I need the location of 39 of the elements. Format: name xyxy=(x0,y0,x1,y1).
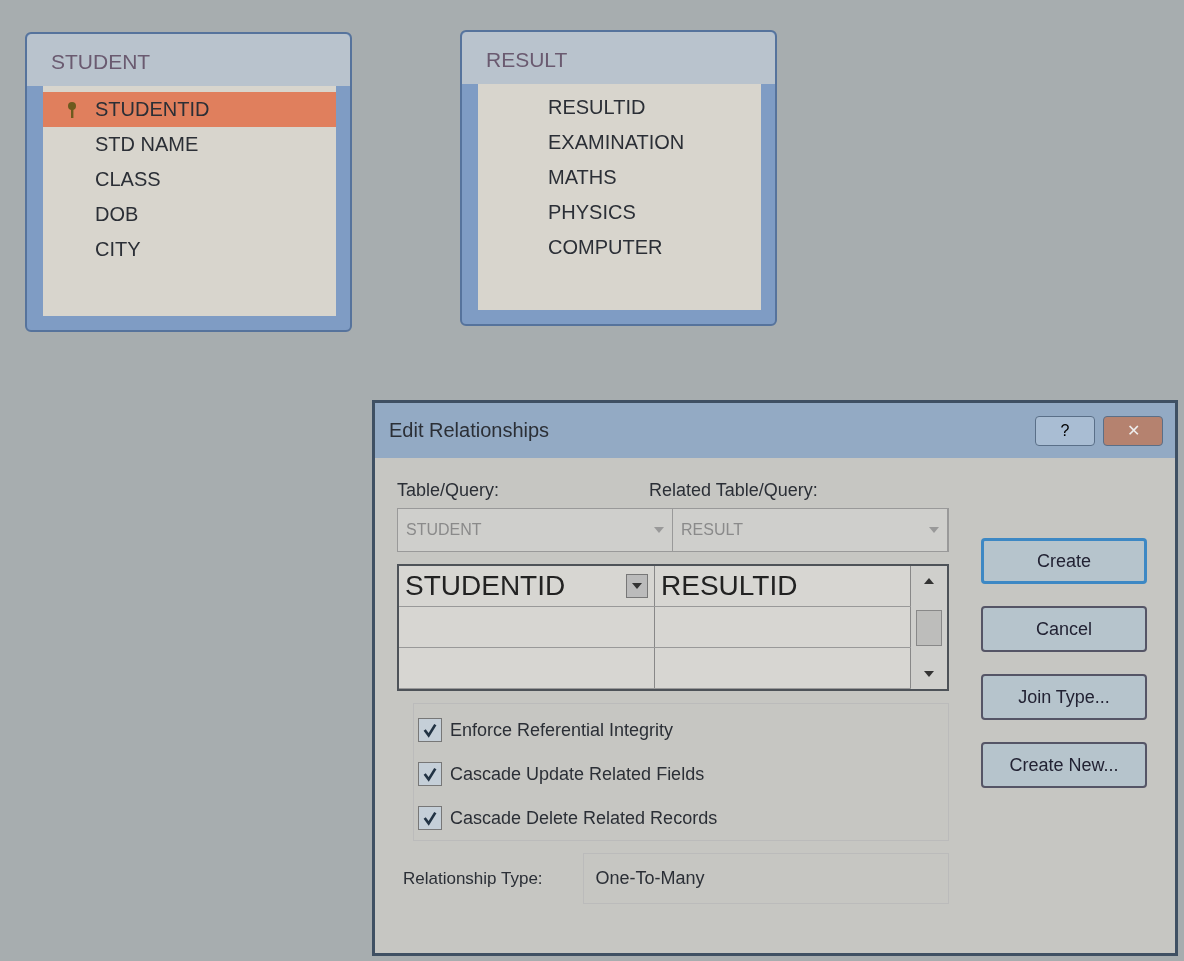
dialog-button[interactable]: Cancel xyxy=(981,606,1147,652)
scrollbar-thumb[interactable] xyxy=(916,609,942,646)
field-item[interactable]: STD NAME xyxy=(43,127,336,162)
field-item[interactable]: RESULTID xyxy=(478,90,761,125)
check-icon xyxy=(422,810,438,826)
dropdown-arrow-icon xyxy=(654,527,664,533)
table-query-label: Table/Query: xyxy=(397,480,501,502)
help-button[interactable]: ? xyxy=(1035,415,1095,446)
table-title: STUDENT xyxy=(27,34,350,86)
field-item[interactable]: CITY xyxy=(43,232,336,267)
dropdown-arrow-icon xyxy=(929,527,939,533)
dropdown-arrow-icon xyxy=(632,583,642,589)
table-title: RESULT xyxy=(462,32,775,84)
field-item[interactable]: STUDENTID xyxy=(43,92,336,127)
check-icon xyxy=(422,766,438,782)
checkbox-option[interactable]: Cascade Delete Related Records xyxy=(418,806,948,830)
field-item[interactable]: DOB xyxy=(43,197,336,232)
check-icon xyxy=(422,722,438,738)
checkbox-option[interactable]: Enforce Referential Integrity xyxy=(418,718,948,742)
dialog-button[interactable]: Create xyxy=(981,538,1147,584)
field-item[interactable]: MATHS xyxy=(478,160,761,195)
scrollbar[interactable] xyxy=(911,566,947,689)
field-item[interactable]: PHYSICS xyxy=(478,195,761,230)
scroll-down-icon[interactable] xyxy=(924,671,934,677)
relationship-type-value: One-To-Many xyxy=(582,853,949,904)
checkbox-option[interactable]: Cascade Update Related Fields xyxy=(418,762,948,786)
dialog-title: Edit Relationships xyxy=(389,419,551,442)
dropdown-button[interactable] xyxy=(626,574,648,598)
field-item[interactable]: CLASS xyxy=(43,162,336,197)
grid-cell[interactable]: STUDENTID xyxy=(399,566,655,606)
table-window[interactable]: RESULT RESULTID EXAMINATION MATHS PHYSICS COMPUTER xyxy=(460,30,777,326)
dialog-button[interactable]: Join Type... xyxy=(981,674,1147,720)
dialog-button[interactable]: Create New... xyxy=(981,742,1147,788)
table-window[interactable]: STUDENT STUDENTID STD NAME CLASS DOB CITY xyxy=(25,32,352,332)
relationship-type-label: Relationship Type: xyxy=(403,868,543,889)
related-table-label: Related Table/Query: xyxy=(649,480,819,502)
field-item[interactable]: EXAMINATION xyxy=(478,125,761,160)
scroll-up-icon[interactable] xyxy=(924,578,934,584)
field-item[interactable]: COMPUTER xyxy=(478,230,761,265)
